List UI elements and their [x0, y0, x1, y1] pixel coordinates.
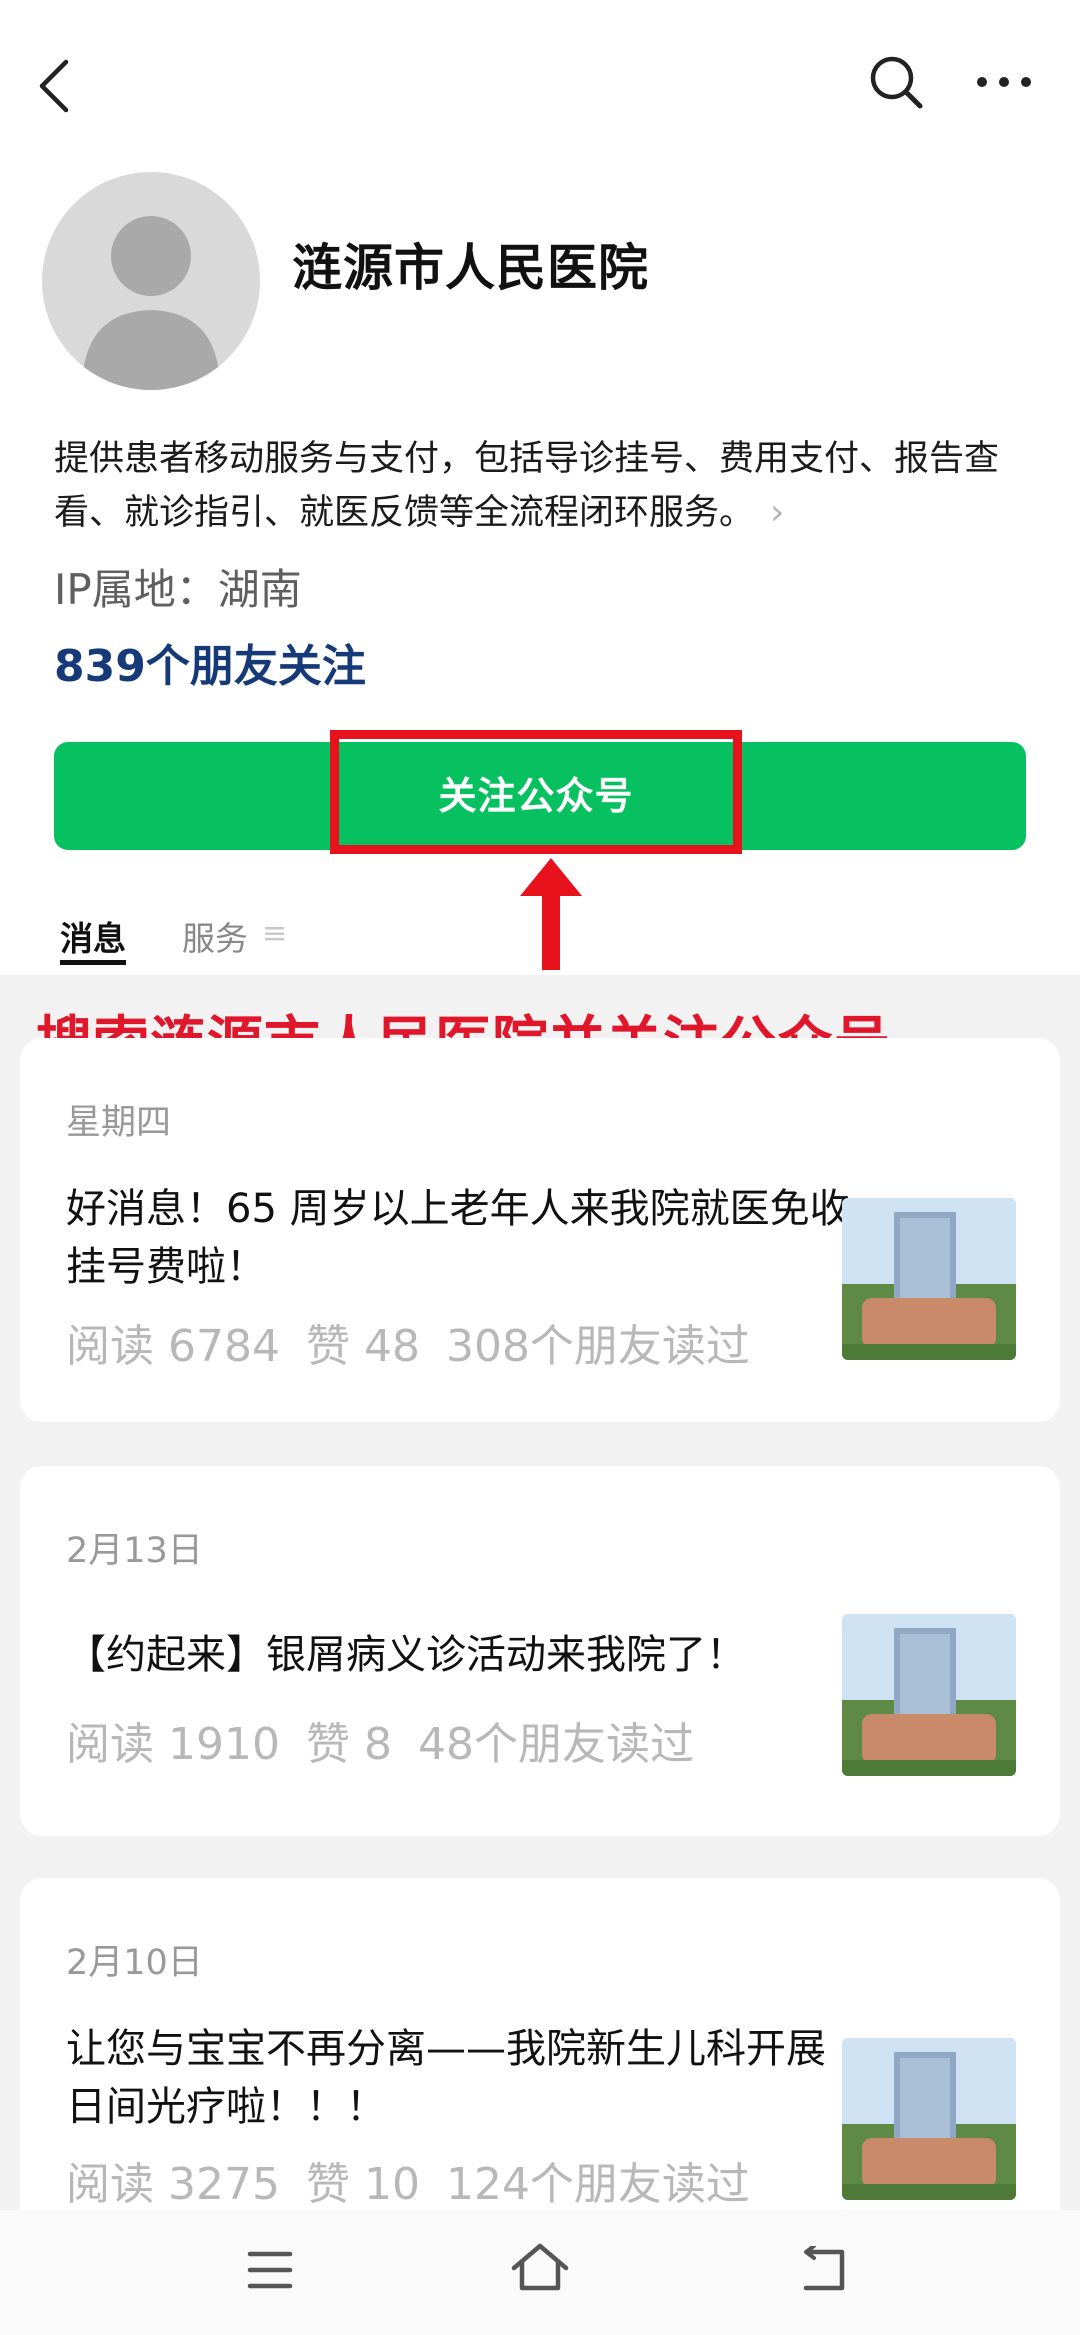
article-card[interactable]: 2月13日 【约起来】银屑病义诊活动来我院了！ 阅读 1910 赞 8 48个朋友读… [20, 1466, 1060, 1836]
article-title: 【约起来】银屑病义诊活动来我院了！ [66, 1632, 746, 1678]
article-likes: 赞 48 [305, 1321, 420, 1372]
article-stats: 阅读 6784 赞 48 308个朋友读过 [66, 1310, 776, 1374]
tab-services[interactable]: 服务 [182, 912, 248, 960]
search-icon[interactable] [866, 52, 926, 112]
article-thumbnail [842, 1198, 1016, 1360]
description-text: 提供患者移动服务与支付，包括导诊挂号、费用支付、报告查看、就诊指引、就医反馈等全… [54, 439, 1000, 533]
avatar-placeholder-icon [82, 216, 220, 390]
back-nav-icon[interactable] [798, 2246, 850, 2294]
home-icon[interactable] [510, 2242, 570, 2294]
article-stats: 阅读 1910 赞 8 48个朋友读过 [66, 1708, 720, 1772]
article-friends-read: 124个朋友读过 [445, 2159, 750, 2210]
account-name: 涟源市人民医院 [292, 239, 649, 297]
article-card[interactable]: 2月10日 让您与宝宝不再分离——我院新生儿科开展日间光疗啦！！！ 阅读 327… [20, 1878, 1060, 2210]
avatar[interactable] [42, 172, 260, 390]
article-title: 让您与宝宝不再分离——我院新生儿科开展日间光疗啦！！！ [66, 2026, 826, 2130]
ip-location: IP属地：湖南 [54, 565, 302, 614]
article-thumbnail [842, 2038, 1016, 2200]
services-menu-icon: ≡ [262, 916, 288, 951]
article-card[interactable]: 星期四 好消息！65 周岁以上老年人来我院就医免收挂号费啦！ 阅读 6784 赞 … [20, 1038, 1060, 1422]
article-date: 2月10日 [66, 1943, 203, 1983]
article-friends-read: 308个朋友读过 [445, 1321, 750, 1372]
follow-button-label: 关注公众号 [438, 773, 634, 818]
tab-messages[interactable]: 消息 [60, 912, 126, 960]
friends-following[interactable]: 839个朋友关注 [54, 630, 366, 694]
tab-active-indicator [60, 960, 126, 965]
article-title: 好消息！65 周岁以上老年人来我院就医免收挂号费啦！ [66, 1186, 850, 1290]
menu-icon[interactable] [246, 2248, 294, 2292]
article-likes: 赞 8 [305, 1719, 392, 1770]
article-reads: 阅读 6784 [66, 1321, 280, 1372]
article-likes: 赞 10 [305, 2159, 420, 2210]
article-stats: 阅读 3275 赞 10 124个朋友读过 [66, 2148, 776, 2212]
article-reads: 阅读 3275 [66, 2159, 280, 2210]
back-icon[interactable] [34, 58, 74, 114]
article-friends-read: 48个朋友读过 [417, 1719, 694, 1770]
article-date: 2月13日 [66, 1531, 203, 1571]
follow-button-highlight[interactable]: 关注公众号 [330, 730, 742, 854]
more-icon[interactable] [972, 58, 1036, 106]
annotation-arrow-icon [520, 858, 582, 970]
chevron-right-icon: › [770, 492, 785, 533]
account-description[interactable]: 提供患者移动服务与支付，包括导诊挂号、费用支付、报告查看、就诊指引、就医反馈等全… [54, 432, 1044, 540]
article-thumbnail [842, 1614, 1016, 1776]
article-reads: 阅读 1910 [66, 1719, 280, 1770]
article-date: 星期四 [66, 1103, 172, 1143]
